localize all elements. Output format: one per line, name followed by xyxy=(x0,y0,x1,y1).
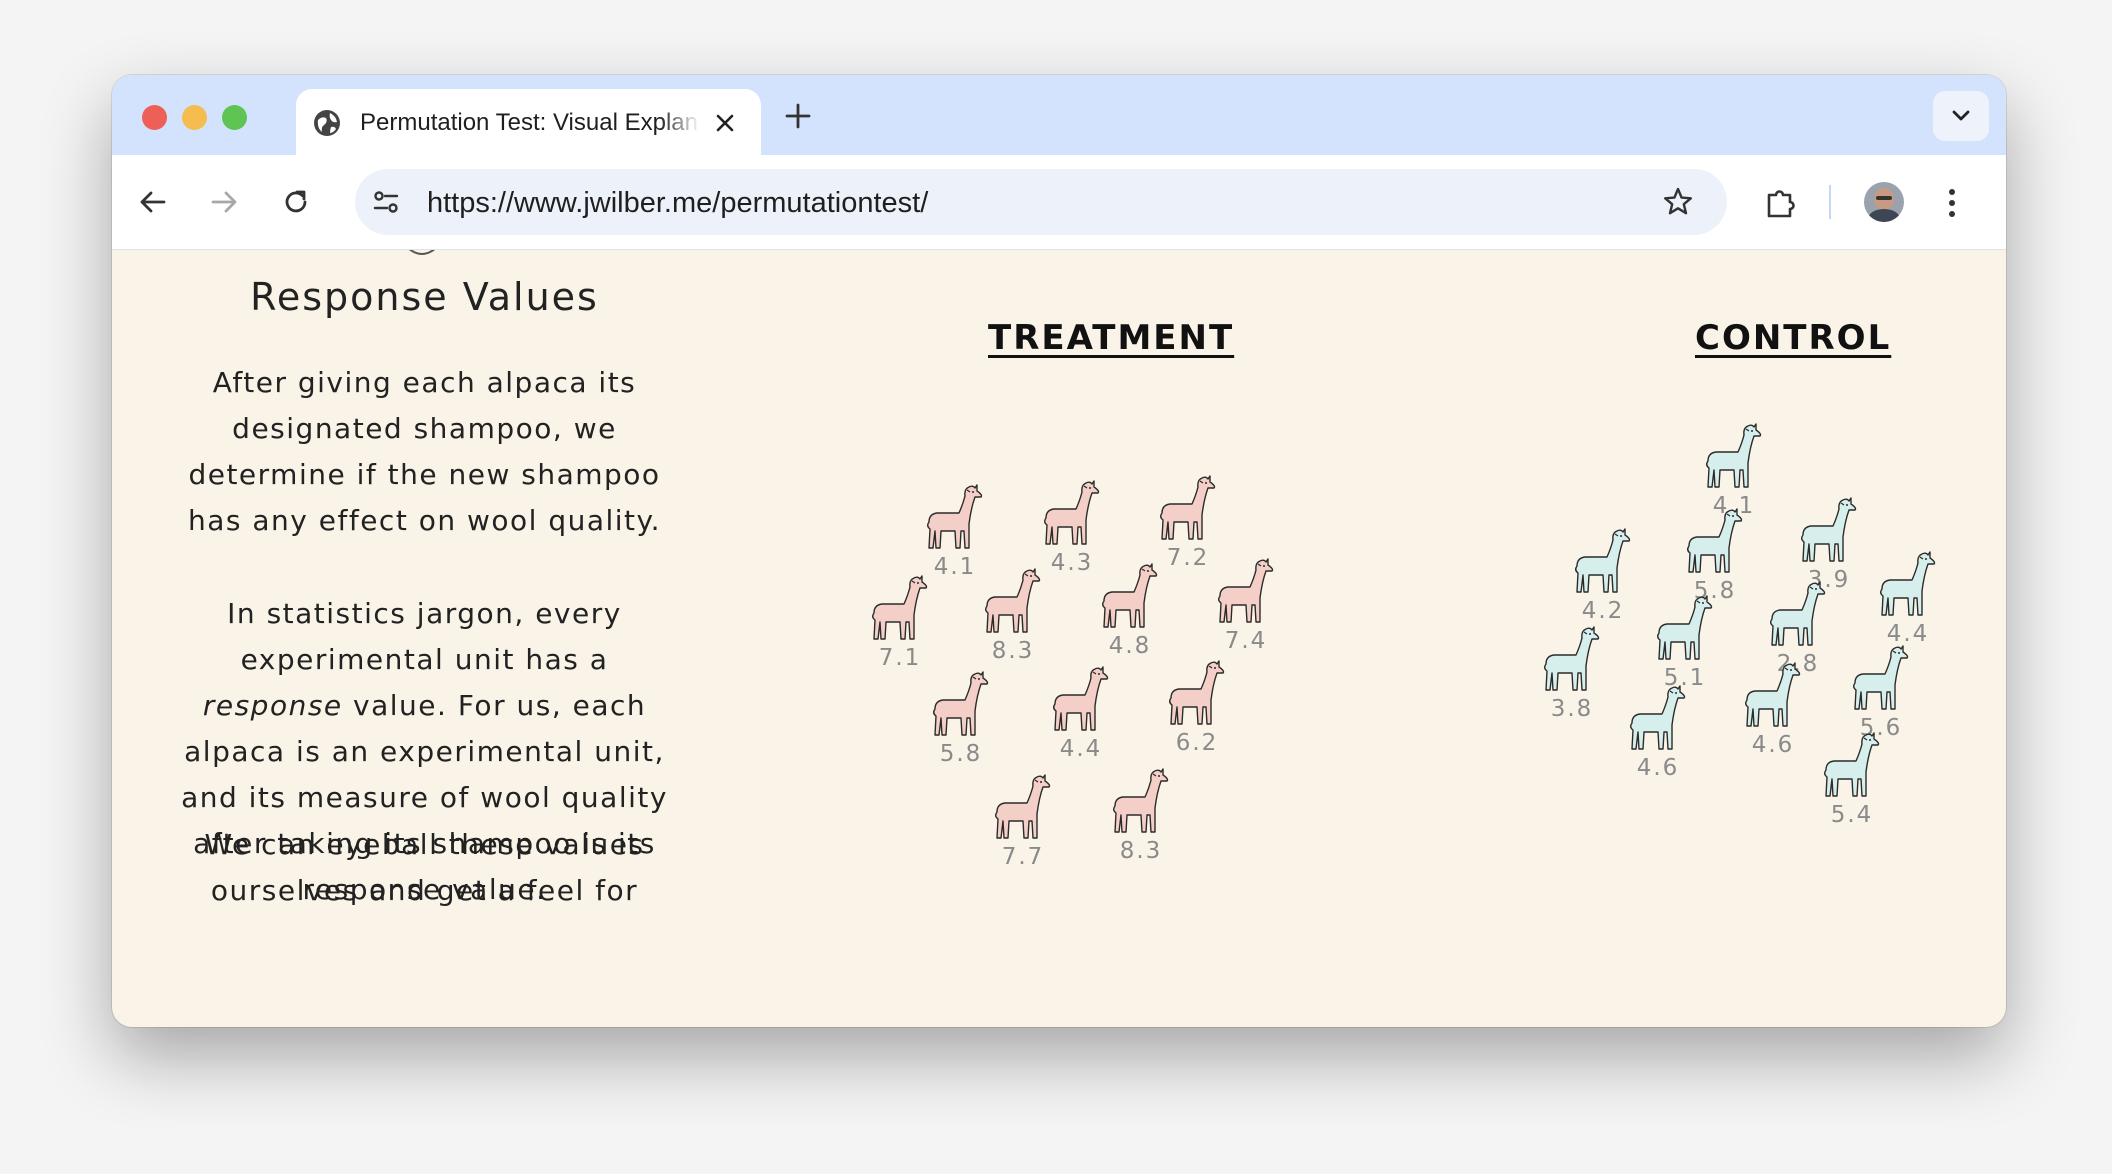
site-settings-icon[interactable] xyxy=(371,187,401,217)
control-alpaca: 5.8 xyxy=(1683,508,1747,604)
control-value-label: 3.8 xyxy=(1550,696,1594,722)
alpaca-icon xyxy=(1853,645,1909,710)
minimize-window-button[interactable] xyxy=(182,105,207,130)
paragraph-1: After giving each alpaca its designated … xyxy=(187,366,662,537)
alpaca-icon xyxy=(872,575,928,640)
treatment-value-label: 4.1 xyxy=(933,554,977,580)
control-alpaca: 2.8 xyxy=(1766,581,1830,677)
treatment-alpaca: 4.4 xyxy=(1049,666,1113,762)
treatment-alpaca: 7.2 xyxy=(1156,475,1220,571)
treatment-value-label: 7.4 xyxy=(1224,628,1268,654)
treatment-value-label: 8.3 xyxy=(991,638,1035,664)
treatment-value-label: 8.3 xyxy=(1119,838,1163,864)
plus-icon[interactable] xyxy=(784,102,812,130)
alpaca-icon xyxy=(995,774,1051,839)
tab-active[interactable]: Permutation Test: Visual Explanation xyxy=(296,89,761,155)
control-title: CONTROL xyxy=(1695,318,1892,358)
section-heading: Response Values xyxy=(250,275,599,319)
control-alpaca: 3.8 xyxy=(1540,626,1604,722)
treatment-title: TREATMENT xyxy=(988,318,1235,358)
treatment-alpaca: 6.2 xyxy=(1165,660,1229,756)
alpaca-icon xyxy=(1687,508,1743,573)
alpaca-icon xyxy=(1801,497,1857,562)
url-text[interactable]: https://www.jwilber.me/permutationtest/ xyxy=(427,187,928,220)
back-icon[interactable] xyxy=(138,187,168,217)
treatment-alpaca: 7.4 xyxy=(1214,558,1278,654)
address-bar[interactable]: https://www.jwilber.me/permutationtest/ xyxy=(355,169,1727,235)
treatment-alpaca: 4.3 xyxy=(1040,480,1104,576)
toolbar: https://www.jwilber.me/permutationtest/ xyxy=(112,155,2006,250)
alpaca-icon xyxy=(927,484,983,549)
control-alpaca: 4.4 xyxy=(1876,551,1940,647)
alpaca-icon xyxy=(1102,563,1158,628)
control-value-label: 4.6 xyxy=(1636,755,1680,781)
treatment-value-label: 7.2 xyxy=(1166,545,1210,571)
avatar[interactable] xyxy=(1864,182,1904,222)
alpaca-icon xyxy=(1657,595,1713,660)
treatment-value-label: 7.7 xyxy=(1001,844,1045,870)
scroll-fragment xyxy=(408,250,436,255)
treatment-value-label: 5.8 xyxy=(939,741,983,767)
treatment-alpaca: 8.3 xyxy=(981,568,1045,664)
alpaca-icon xyxy=(933,671,989,736)
tab-search-button[interactable] xyxy=(1933,91,1989,141)
treatment-alpaca: 8.3 xyxy=(1109,768,1173,864)
treatment-value-label: 4.8 xyxy=(1108,633,1152,659)
treatment-alpaca: 7.1 xyxy=(868,575,932,671)
treatment-value-label: 4.3 xyxy=(1050,550,1094,576)
paragraph-3: We can eyeball these values ourselves an… xyxy=(204,828,645,907)
chevron-down-icon xyxy=(1952,110,1970,121)
control-alpaca: 5.4 xyxy=(1820,732,1884,828)
alpaca-icon xyxy=(1053,666,1109,731)
zoom-window-button[interactable] xyxy=(222,105,247,130)
treatment-value-label: 4.4 xyxy=(1059,736,1103,762)
control-alpaca: 4.2 xyxy=(1571,528,1635,624)
alpaca-icon xyxy=(985,568,1041,633)
globe-icon xyxy=(314,110,340,136)
alpaca-icon xyxy=(1770,581,1826,646)
alpaca-icon xyxy=(1824,732,1880,797)
alpaca-icon xyxy=(1745,662,1801,727)
alpaca-icon xyxy=(1544,626,1600,691)
alpaca-icon xyxy=(1169,660,1225,725)
alpaca-icon xyxy=(1575,528,1631,593)
page-content: Response Values After giving each alpaca… xyxy=(112,250,2006,1027)
control-value-label: 4.6 xyxy=(1751,732,1795,758)
treatment-alpaca: 5.8 xyxy=(929,671,993,767)
alpaca-icon xyxy=(1160,475,1216,540)
control-alpaca: 3.9 xyxy=(1797,497,1861,593)
extensions-icon[interactable] xyxy=(1763,185,1799,221)
tab-strip: Permutation Test: Visual Explanation xyxy=(112,75,2006,155)
treatment-value-label: 6.2 xyxy=(1175,730,1219,756)
treatment-alpaca: 4.8 xyxy=(1098,563,1162,659)
treatment-alpaca: 4.1 xyxy=(923,484,987,580)
tab-title: Permutation Test: Visual Explanation xyxy=(360,109,700,137)
reload-icon[interactable] xyxy=(280,186,312,218)
alpaca-icon xyxy=(1218,558,1274,623)
alpaca-icon xyxy=(1706,423,1762,488)
paragraph-2-text-a: In statistics jargon, every experimental… xyxy=(227,597,622,676)
treatment-alpaca: 7.7 xyxy=(991,774,1055,870)
close-window-button[interactable] xyxy=(142,105,167,130)
control-value-label: 4.4 xyxy=(1886,621,1930,647)
alpaca-icon xyxy=(1044,480,1100,545)
alpaca-icon xyxy=(1113,768,1169,833)
control-value-label: 5.4 xyxy=(1830,802,1874,828)
star-icon[interactable] xyxy=(1662,186,1694,218)
alpaca-icon xyxy=(1630,685,1686,750)
browser-window: Permutation Test: Visual Explanation xyxy=(112,75,2006,1027)
control-alpaca: 4.6 xyxy=(1741,662,1805,758)
more-icon[interactable] xyxy=(1943,185,1961,221)
control-alpaca: 5.6 xyxy=(1849,645,1913,741)
forward-icon[interactable] xyxy=(209,187,239,217)
treatment-value-label: 7.1 xyxy=(878,645,922,671)
close-icon[interactable] xyxy=(714,112,736,134)
control-alpaca: 4.1 xyxy=(1702,423,1766,519)
control-alpaca: 5.1 xyxy=(1653,595,1717,691)
alpaca-icon xyxy=(1880,551,1936,616)
control-value-label: 4.2 xyxy=(1581,598,1625,624)
toolbar-divider xyxy=(1829,185,1831,219)
paragraph-2-emphasis: response xyxy=(202,689,343,722)
control-alpaca: 4.6 xyxy=(1626,685,1690,781)
